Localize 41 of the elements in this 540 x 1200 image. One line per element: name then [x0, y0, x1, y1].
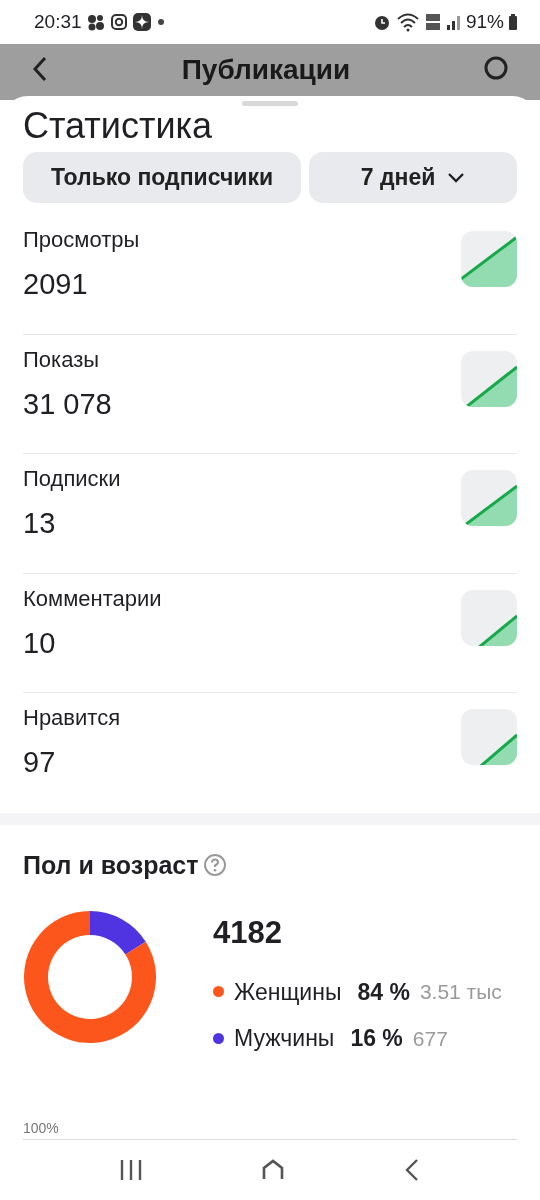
dot-icon	[155, 17, 166, 27]
legend-percent: 84 %	[357, 977, 410, 1007]
screen-title: Публикации	[181, 54, 351, 86]
camera-icon	[109, 13, 128, 31]
recents-icon[interactable]	[118, 1157, 144, 1183]
sheet-title: Статистика	[23, 106, 213, 146]
sparkline-icon	[461, 350, 517, 407]
metric-value: 31 078	[23, 386, 112, 422]
section-title: Пол и возраст	[23, 849, 199, 881]
sparkline-icon	[461, 589, 517, 646]
legend-count: 677	[412, 1025, 448, 1052]
chevron-down-icon	[447, 171, 466, 184]
legend-percent: 16 %	[350, 1024, 403, 1053]
total-count: 4182	[213, 914, 283, 952]
period-dropdown[interactable]: 7 дней	[309, 152, 517, 203]
metric-value: 2091	[23, 267, 89, 302]
metric-label: Подписки	[23, 465, 121, 493]
metric-value: 13	[23, 506, 57, 541]
metric-label: Показы	[23, 345, 101, 374]
metric-label: Нравится	[23, 704, 121, 732]
signal-icon	[445, 13, 462, 31]
sparkline-icon	[461, 470, 517, 526]
sparkline-icon	[461, 709, 517, 765]
wifi-icon	[395, 12, 420, 32]
dots-icon	[85, 13, 106, 31]
axis-label: 100%	[23, 1118, 60, 1138]
metric-label: Просмотры	[23, 226, 140, 254]
battery-text: 91%	[465, 9, 504, 34]
legend-label: Мужчины	[234, 1024, 335, 1053]
filter-chip[interactable]: Только подписчики	[23, 152, 302, 203]
legend-label: Женщины	[234, 977, 342, 1007]
metric-label: Комментарии	[23, 584, 162, 613]
battery-icon	[508, 13, 518, 31]
drag-handle[interactable]	[242, 101, 298, 106]
app-icon	[131, 12, 152, 32]
clock-text: 20:31	[34, 9, 82, 34]
metric-value: 97	[23, 745, 57, 780]
metric-value: 10	[23, 625, 57, 661]
help-icon[interactable]	[202, 853, 227, 878]
sparkline-icon	[461, 231, 517, 287]
legend-count: 3.51 тыс	[419, 979, 502, 1005]
